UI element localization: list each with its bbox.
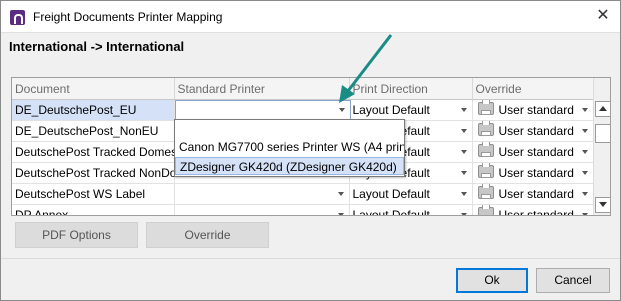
printer-option-zdesigner[interactable]: ZDesigner GK420d (ZDesigner GK420d) bbox=[175, 157, 404, 175]
document-cell[interactable]: DeutschePost WS Label bbox=[12, 183, 175, 205]
override-cell[interactable]: User standard bbox=[472, 183, 594, 205]
override-value: User standard bbox=[498, 208, 574, 216]
cancel-button[interactable]: Cancel bbox=[536, 268, 610, 293]
document-cell[interactable]: DeutschePost Tracked NonDo... bbox=[12, 162, 175, 184]
column-header-print-direction[interactable]: Print Direction bbox=[349, 78, 473, 100]
chevron-down-icon[interactable] bbox=[460, 171, 467, 175]
pdf-options-button[interactable]: PDF Options bbox=[15, 222, 138, 248]
table-row[interactable]: DeutschePost WS Label Layout Default Use… bbox=[12, 183, 594, 205]
print-direction-cell[interactable]: Layout Default bbox=[349, 183, 473, 205]
ok-button[interactable]: Ok bbox=[456, 268, 528, 293]
override-cell[interactable]: User standard bbox=[472, 162, 594, 184]
chevron-down-icon[interactable] bbox=[581, 213, 588, 215]
chevron-down-icon[interactable] bbox=[339, 108, 345, 112]
chevron-down-icon[interactable] bbox=[581, 171, 588, 175]
title-bar: Freight Documents Printer Mapping ✕ bbox=[1, 1, 620, 32]
column-header-override[interactable]: Override bbox=[472, 78, 594, 100]
column-header-standard-printer[interactable]: Standard Printer bbox=[174, 78, 350, 100]
override-cell[interactable]: User standard bbox=[472, 141, 594, 163]
dialog-window: Freight Documents Printer Mapping ✕ Inte… bbox=[0, 0, 621, 301]
chevron-down-icon[interactable] bbox=[460, 192, 467, 196]
document-cell[interactable]: DeutschePost Tracked Domestic bbox=[12, 141, 175, 163]
app-logo-icon bbox=[10, 10, 25, 25]
override-button[interactable]: Override bbox=[146, 222, 269, 248]
standard-printer-cell[interactable] bbox=[174, 183, 350, 205]
chevron-down-icon[interactable] bbox=[581, 108, 588, 112]
direction-value: Layout Default bbox=[352, 208, 430, 216]
direction-value: Layout Default bbox=[352, 103, 430, 117]
close-icon[interactable]: ✕ bbox=[591, 5, 615, 27]
print-direction-cell[interactable]: Layout Default bbox=[349, 204, 473, 216]
scrollbar-thumb[interactable] bbox=[595, 124, 610, 143]
printer-dropdown-list[interactable]: Canon MG7700 series Printer WS (A4 print… bbox=[174, 119, 405, 177]
window-title: Freight Documents Printer Mapping bbox=[33, 10, 223, 24]
override-value: User standard bbox=[498, 103, 574, 117]
override-cell[interactable]: User standard bbox=[472, 99, 594, 121]
chevron-down-icon[interactable] bbox=[581, 150, 588, 154]
document-cell[interactable]: DP Annex bbox=[12, 204, 175, 215]
printer-option-empty[interactable] bbox=[175, 120, 404, 138]
override-value: User standard bbox=[498, 145, 574, 159]
direction-value: Layout Default bbox=[352, 187, 430, 201]
printer-icon bbox=[477, 120, 494, 136]
printer-icon bbox=[477, 204, 494, 215]
print-direction-cell[interactable]: Layout Default bbox=[349, 99, 473, 121]
printer-icon bbox=[477, 141, 494, 157]
chevron-down-icon[interactable] bbox=[460, 150, 467, 154]
chevron-down-icon[interactable] bbox=[460, 129, 467, 133]
chevron-down-icon[interactable] bbox=[581, 129, 588, 133]
column-header-document[interactable]: Document bbox=[12, 78, 175, 100]
override-value: User standard bbox=[498, 187, 574, 201]
grid-header-row: Document Standard Printer Print Directio… bbox=[12, 78, 594, 100]
standard-printer-cell[interactable] bbox=[174, 204, 350, 215]
chevron-down-icon[interactable] bbox=[460, 108, 467, 112]
vertical-scrollbar[interactable] bbox=[593, 78, 610, 215]
header-band: International -> International bbox=[1, 32, 620, 64]
override-cell[interactable]: User standard bbox=[472, 120, 594, 142]
printer-icon bbox=[477, 183, 494, 199]
document-cell[interactable]: DE_DeutschePost_NonEU bbox=[12, 120, 175, 142]
printer-icon bbox=[477, 99, 494, 115]
printer-icon bbox=[477, 162, 494, 178]
table-row[interactable]: DP Annex Layout Default User standard bbox=[12, 204, 594, 216]
chevron-down-icon[interactable] bbox=[337, 192, 344, 196]
override-cell[interactable]: User standard bbox=[472, 204, 594, 216]
chevron-down-icon[interactable] bbox=[581, 192, 588, 196]
page-title: International -> International bbox=[9, 39, 185, 54]
chevron-down-icon[interactable] bbox=[460, 213, 467, 215]
chevron-down-icon[interactable] bbox=[337, 213, 344, 215]
document-cell[interactable]: DE_DeutschePost_EU bbox=[12, 99, 175, 121]
override-value: User standard bbox=[498, 124, 574, 138]
standard-printer-combobox[interactable] bbox=[175, 100, 351, 121]
dialog-footer: Ok Cancel bbox=[1, 258, 620, 300]
override-value: User standard bbox=[498, 166, 574, 180]
printer-option-canon[interactable]: Canon MG7700 series Printer WS (A4 print… bbox=[175, 138, 404, 156]
scroll-up-icon[interactable] bbox=[595, 101, 610, 117]
scroll-down-icon[interactable] bbox=[595, 197, 610, 213]
